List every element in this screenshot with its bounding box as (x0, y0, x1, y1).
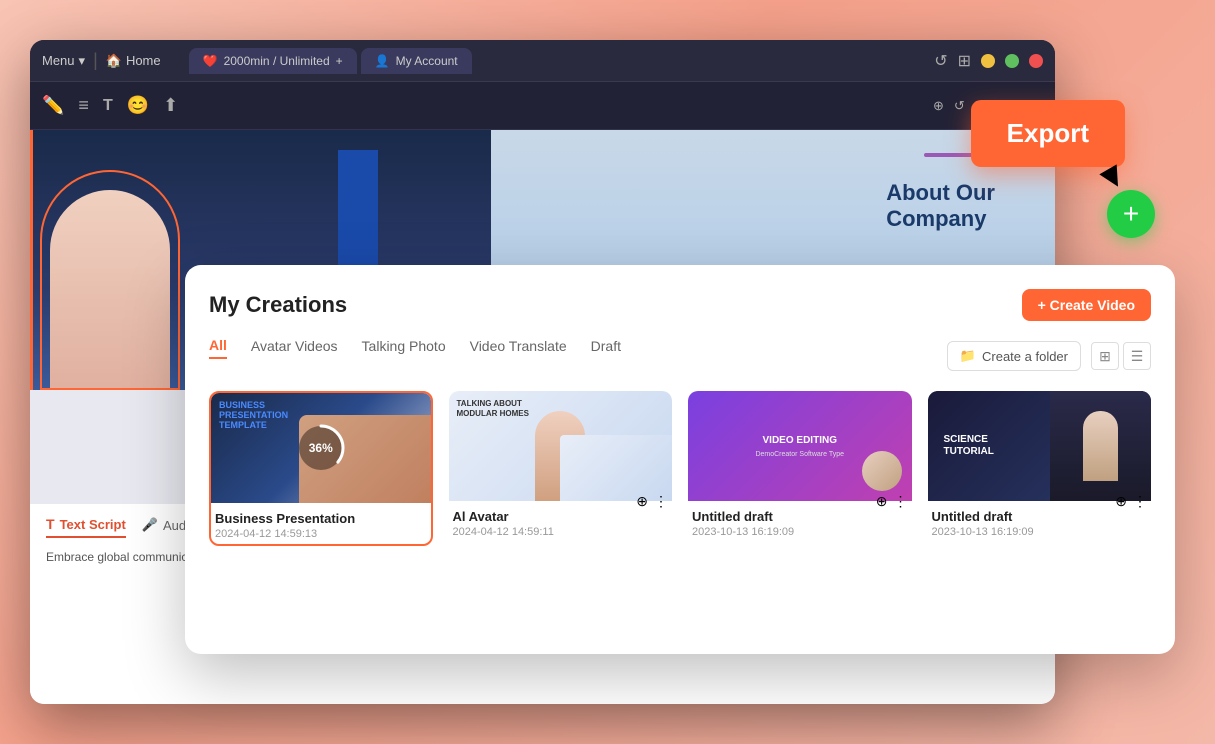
close-button[interactable] (1029, 54, 1043, 68)
filter-tab-all[interactable]: All (209, 337, 227, 359)
cursor-arrow (1099, 164, 1126, 191)
copy-action-icon-science[interactable]: ⊕ (1115, 493, 1127, 510)
view-toggle: ⊞ ☰ (1091, 342, 1151, 370)
export-button[interactable]: Export (971, 100, 1125, 167)
video-grid: BUSINESSPRESENTATIONTEMPLATE 36% Busines… (209, 391, 1151, 546)
video-card-science[interactable]: SCIENCETUTORIAL Untitled draft 2023-10-1… (928, 391, 1152, 546)
copy-action-icon-editing[interactable]: ⊕ (876, 493, 888, 510)
filter-actions: 📁 Create a folder ⊞ ☰ (947, 341, 1151, 371)
card-actions-science: ⊕ ⋮ (1115, 493, 1147, 510)
grid-view-button[interactable]: ⊞ (1091, 342, 1119, 370)
credits-plus: + (336, 54, 343, 68)
filter-tabs: All Avatar Videos Talking Photo Video Tr… (209, 337, 621, 359)
filter-tab-talking-photo[interactable]: Talking Photo (362, 338, 446, 358)
audio-script-icon: 🎤 (142, 517, 158, 533)
home-icon: 🏠 (106, 53, 122, 69)
grid-icon[interactable]: ⊞ (958, 51, 971, 71)
credits-label: 2000min / Unlimited (224, 54, 330, 68)
video-name-avatar: Al Avatar (453, 509, 669, 524)
modal-header: My Creations + Create Video (209, 289, 1151, 321)
progress-text: 36% (309, 441, 333, 455)
thumb-avatar-text: TALKING ABOUTMODULAR HOMES (457, 399, 529, 418)
menu-chevron: ▾ (79, 53, 86, 69)
progress-overlay: 36% (295, 422, 347, 474)
video-date-avatar: 2024-04-12 14:59:11 (453, 526, 669, 538)
my-creations-modal: My Creations + Create Video All Avatar V… (185, 265, 1175, 654)
thumb-editing-title: VIDEO EDITING (763, 435, 837, 447)
video-info-business: Business Presentation 2024-04-12 14:59:1… (211, 503, 431, 544)
credits-icon: ❤️ (203, 54, 218, 68)
thumbnail-editing: VIDEO EDITING DemoCreator Software Type (688, 391, 912, 501)
emoji-icon[interactable]: 😊 (127, 95, 149, 116)
text-icon[interactable]: T (103, 97, 113, 115)
video-date-editing: 2023-10-13 16:19:09 (692, 526, 908, 538)
video-card-editing[interactable]: VIDEO EDITING DemoCreator Software Type … (688, 391, 912, 546)
account-icon: 👤 (375, 54, 390, 68)
edit-icon[interactable]: ✏️ (42, 95, 64, 116)
thumbnail-science: SCIENCETUTORIAL (928, 391, 1152, 501)
copy-action-icon[interactable]: ⊕ (636, 493, 648, 510)
tab-group: ❤️ 2000min / Unlimited + 👤 My Account (189, 48, 472, 74)
folder-icon: 📁 (960, 348, 976, 364)
window-actions: ↺ ⊞ (934, 51, 1043, 71)
title-bar: Menu ▾ | 🏠 Home ❤️ 2000min / Unlimited +… (30, 40, 1055, 82)
thumb-science-title: SCIENCETUTORIAL (936, 426, 1002, 466)
slide-border-left (30, 130, 33, 390)
filter-tab-draft[interactable]: Draft (591, 338, 621, 358)
home-label: Home (126, 53, 161, 68)
thumb-house (560, 435, 672, 501)
slide-heading: About Our Company (886, 180, 995, 233)
video-name-business: Business Presentation (215, 511, 427, 526)
separator: | (93, 50, 98, 71)
video-card-business[interactable]: BUSINESSPRESENTATIONTEMPLATE 36% Busines… (209, 391, 433, 546)
layers-icon[interactable]: ≡ (78, 95, 89, 116)
video-name-science: Untitled draft (932, 509, 1148, 524)
undo-icon[interactable]: ↺ (954, 98, 965, 114)
slide-heading-line2: Company (886, 206, 995, 232)
create-folder-button[interactable]: 📁 Create a folder (947, 341, 1081, 371)
thumb-editing-sub: DemoCreator Software Type (755, 451, 844, 458)
science-person-figure (1083, 411, 1118, 481)
slide-text: About Our Company (886, 180, 995, 233)
menu-button[interactable]: Menu ▾ (42, 53, 85, 69)
create-video-button[interactable]: + Create Video (1022, 289, 1151, 321)
video-card-avatar[interactable]: TALKING ABOUTMODULAR HOMES Al Avatar 202… (449, 391, 673, 546)
minimize-button[interactable] (981, 54, 995, 68)
tab-credits[interactable]: ❤️ 2000min / Unlimited + (189, 48, 357, 74)
thumbnail-avatar: TALKING ABOUTMODULAR HOMES (449, 391, 673, 501)
thumb-science-person (1050, 391, 1151, 501)
copy-icon[interactable]: ⊕ (933, 98, 944, 114)
home-button[interactable]: 🏠 Home (106, 53, 161, 69)
menu-label: Menu (42, 53, 75, 68)
maximize-button[interactable] (1005, 54, 1019, 68)
add-new-button[interactable]: + (1107, 190, 1155, 238)
create-folder-label: Create a folder (982, 349, 1068, 364)
card-actions-avatar: ⊕ ⋮ (636, 493, 668, 510)
refresh-icon[interactable]: ↺ (934, 51, 947, 71)
account-label: My Account (396, 54, 458, 68)
filter-tab-video-translate[interactable]: Video Translate (470, 338, 567, 358)
avatar-outline (40, 170, 180, 390)
modal-title: My Creations (209, 292, 347, 318)
tab-text-script[interactable]: T Text Script (46, 516, 126, 538)
slide-heading-line1: About Our (886, 180, 995, 206)
list-view-button[interactable]: ☰ (1123, 342, 1151, 370)
text-script-icon: T (46, 516, 55, 532)
more-action-icon-science[interactable]: ⋮ (1133, 493, 1147, 510)
text-script-label: Text Script (60, 517, 126, 532)
filter-tab-avatar-videos[interactable]: Avatar Videos (251, 338, 338, 358)
toolbar-tools: ✏️ ≡ T 😊 ⬆ (42, 95, 178, 116)
more-action-icon[interactable]: ⋮ (654, 493, 668, 510)
thumbnail-business: BUSINESSPRESENTATIONTEMPLATE 36% (211, 393, 431, 503)
upload-icon[interactable]: ⬆ (163, 95, 178, 116)
video-date-business: 2024-04-12 14:59:13 (215, 528, 427, 540)
video-name-editing: Untitled draft (692, 509, 908, 524)
thumb-editing-portrait (862, 451, 902, 491)
tab-account[interactable]: 👤 My Account (361, 48, 472, 74)
thumb-business-text: BUSINESSPRESENTATIONTEMPLATE (219, 401, 288, 431)
main-toolbar: ✏️ ≡ T 😊 ⬆ ⊕ ↺ ↻ 00:00 ? (30, 82, 1055, 130)
more-action-icon-editing[interactable]: ⋮ (894, 493, 908, 510)
card-actions-editing: ⊕ ⋮ (876, 493, 908, 510)
video-date-science: 2023-10-13 16:19:09 (932, 526, 1148, 538)
